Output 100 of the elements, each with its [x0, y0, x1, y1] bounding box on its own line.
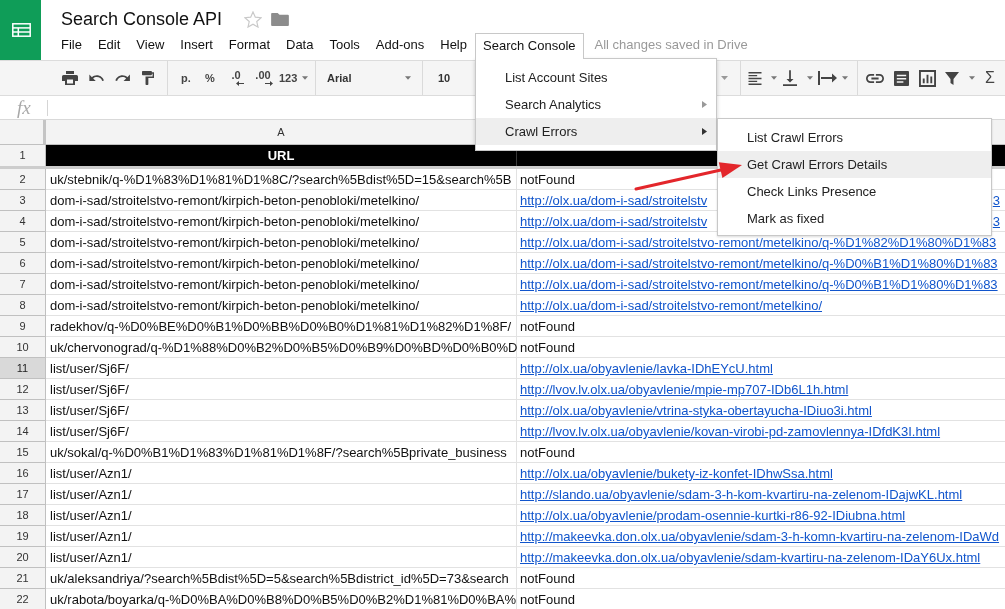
table-cell: uk/chervonograd/q-%D1%88%D0%B2%D0%B5%D0%B9%D0%BD%D0%B0%D: [46, 337, 517, 358]
functions-button[interactable]: Σ: [985, 65, 995, 91]
row-header[interactable]: 6: [0, 253, 46, 274]
table-header-cell: URL: [46, 145, 517, 166]
menu-item[interactable]: Get Crawl Errors Details: [718, 151, 991, 178]
increase-decimals-button[interactable]: .00: [250, 65, 276, 91]
link[interactable]: http://olx.ua/dom-i-sad/stroitelstvo-remont/metelkino/: [520, 299, 822, 313]
link[interactable]: http://makeevka.don.olx.ua/obyavlenie/sdam-kvartiru-na-zelenom-IDaY6Ux.html: [520, 551, 981, 565]
link[interactable]: http://olx.ua/obyavlenie/prodam-osennie-kurtki-r86-92-IDiubna.html: [520, 509, 906, 523]
number-format-dropdown[interactable]: 123: [278, 65, 312, 91]
left-arrow-icon: [236, 81, 244, 86]
menu-item[interactable]: Search Analytics: [476, 91, 716, 118]
paint-roller-icon[interactable]: [142, 70, 154, 86]
table-cell: list/user/Azn1/: [46, 526, 517, 547]
menu-item[interactable]: File: [53, 32, 90, 57]
link[interactable]: http://olx.ua/dom-i-sad/stroitelstv: [520, 194, 708, 208]
table-cell: uk/stebnik/q-%D1%83%D1%81%D1%8C/?search%5Bdist%5D=15&search%5B: [46, 169, 517, 190]
row-header[interactable]: 14: [0, 421, 46, 442]
table-cell: list/user/Azn1/: [46, 484, 517, 505]
link[interactable]: http://olx.ua/obyavlenie/lavka-IDhEYcU.html: [520, 362, 773, 376]
right-arrow-icon: [265, 81, 273, 86]
spreadsheet-logo-icon[interactable]: [0, 0, 41, 60]
row-header[interactable]: 10: [0, 337, 46, 358]
menu-item[interactable]: Search Console: [475, 33, 584, 59]
row-header[interactable]: 12: [0, 379, 46, 400]
row-header[interactable]: 15: [0, 442, 46, 463]
table-cell: list/user/Sj6F/: [46, 421, 517, 442]
row-header[interactable]: 13: [0, 400, 46, 421]
row-header[interactable]: 8: [0, 295, 46, 316]
menu-item[interactable]: Edit: [89, 32, 129, 57]
menu-item[interactable]: Format: [220, 32, 278, 57]
table-cell: list/user/Sj6F/: [46, 379, 517, 400]
row-header[interactable]: 9: [0, 316, 46, 337]
row-header[interactable]: 17: [0, 484, 46, 505]
link[interactable]: http://makeevka.don.olx.ua/obyavlenie/sdam-3-h-komn-kvartiru-na-zelenom-IDaWd: [520, 530, 1000, 544]
print-icon[interactable]: [62, 71, 78, 85]
font-dropdown[interactable]: Arial: [316, 65, 422, 91]
star-icon[interactable]: [244, 10, 263, 28]
table-cell: dom-i-sad/stroitelstvo-remont/kirpich-beton-penobloki/metelkino/: [46, 253, 517, 274]
table-cell: notFound: [517, 568, 1005, 589]
link[interactable]: http://slando.ua/obyavlenie/sdam-3-h-kom-kvartiru-na-zelenom-IDajwKL.html: [520, 488, 963, 502]
bar-arrow-icon: [818, 71, 837, 85]
row-header[interactable]: 22: [0, 589, 46, 609]
table-cell: notFound: [517, 337, 1005, 358]
formula-label: fx: [17, 97, 31, 118]
menu-item[interactable]: Help: [432, 32, 475, 57]
link[interactable]: http://olx.ua/dom-i-sad/stroitelstvo-remont/metelkino/q-%D1%82%D1%80%D1%83: [520, 236, 997, 250]
menu-item[interactable]: List Account Sites: [476, 64, 716, 91]
link[interactable]: http://lvov.lv.olx.ua/obyavlenie/mpie-mp707-IDb6L1h.html: [520, 383, 849, 397]
table-cell: list/user/Azn1/: [46, 463, 517, 484]
caret-icon[interactable]: [721, 76, 728, 80]
link[interactable]: http://lvov.lv.olx.ua/obyavlenie/kovan-virobi-pd-zamovlennya-IDfdK3I.html: [520, 425, 941, 439]
caret-icon: [405, 76, 411, 80]
menu-item[interactable]: List Crawl Errors: [718, 124, 991, 151]
link[interactable]: http://olx.ua/dom-i-sad/stroitelstvo-remont/metelkino/q-%D0%B1%D1%80%D1%83: [520, 278, 998, 292]
font-size-dropdown[interactable]: 10: [423, 65, 463, 91]
link[interactable]: http://olx.ua/obyavlenie/vtrina-styka-obertayucha-IDiuo3i.html: [520, 404, 872, 418]
undo-icon[interactable]: [89, 74, 105, 82]
row-header[interactable]: 2: [0, 169, 46, 190]
comment-icon[interactable]: [894, 70, 909, 86]
menu-item[interactable]: Mark as fixed: [718, 205, 991, 232]
percent-format-button[interactable]: %: [198, 65, 222, 91]
table-cell: list/user/Azn1/: [46, 547, 517, 568]
decrease-decimals-button[interactable]: .0: [224, 65, 248, 91]
table-cell: list/user/Azn1/: [46, 505, 517, 526]
link[interactable]: 3: [992, 215, 1000, 229]
menu-item[interactable]: Insert: [172, 32, 221, 57]
table-cell: dom-i-sad/stroitelstvo-remont/kirpich-beton-penobloki/metelkino/: [46, 211, 517, 232]
table-cell: uk/aleksandriya/?search%5Bdist%5D=5&search%5Bdistrict_id%5D=73&search: [46, 568, 517, 589]
chart-icon[interactable]: [919, 69, 936, 87]
row-header[interactable]: 7: [0, 274, 46, 295]
row-header[interactable]: 20: [0, 547, 46, 568]
row-header[interactable]: 19: [0, 526, 46, 547]
row-header[interactable]: 4: [0, 211, 46, 232]
folder-icon[interactable]: [271, 12, 290, 26]
table-cell: notFound: [517, 316, 1005, 337]
menu-item[interactable]: Tools: [321, 32, 368, 57]
row-header[interactable]: 1: [0, 145, 46, 166]
caret-icon: [302, 76, 309, 80]
save-status: All changes saved in Drive: [594, 35, 748, 54]
menu-item[interactable]: View: [128, 32, 173, 57]
currency-format-button[interactable]: p.: [176, 65, 196, 91]
row-header[interactable]: 16: [0, 463, 46, 484]
menu-item[interactable]: Data: [278, 32, 322, 57]
menu-item[interactable]: Add-ons: [367, 32, 433, 57]
row-header[interactable]: 11: [0, 358, 46, 379]
row-header[interactable]: 21: [0, 568, 46, 589]
link[interactable]: http://olx.ua/dom-i-sad/stroitelstv: [520, 215, 708, 229]
row-header[interactable]: 3: [0, 190, 46, 211]
link[interactable]: http://olx.ua/dom-i-sad/stroitelstvo-remont/metelkino/q-%D0%B1%D1%80%D1%83: [520, 257, 998, 271]
link-icon[interactable]: [866, 73, 884, 83]
link[interactable]: http://olx.ua/obyavlenie/bukety-iz-konfet-IDhwSsa.html: [520, 467, 833, 481]
table-cell: dom-i-sad/stroitelstvo-remont/kirpich-beton-penobloki/metelkino/: [46, 190, 517, 211]
link[interactable]: 3: [992, 194, 1000, 208]
redo-icon[interactable]: [115, 74, 131, 82]
table-cell: dom-i-sad/stroitelstvo-remont/kirpich-beton-penobloki/metelkino/: [46, 295, 517, 316]
table-cell: notFound: [517, 589, 1005, 609]
row-header[interactable]: 5: [0, 232, 46, 253]
table-cell: notFound: [517, 442, 1005, 463]
row-header[interactable]: 18: [0, 505, 46, 526]
